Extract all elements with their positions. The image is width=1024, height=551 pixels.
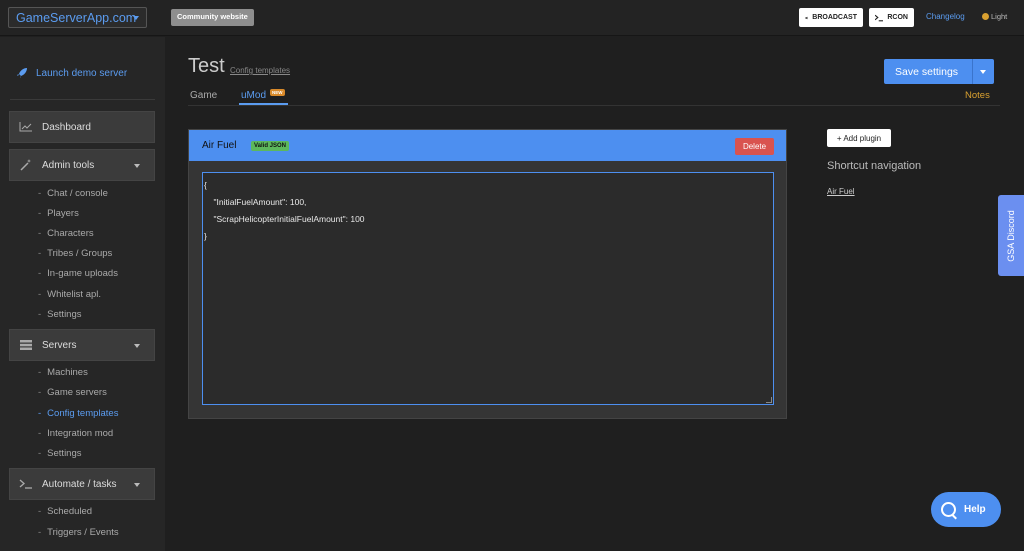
- sidebar-subitem-label: Triggers / Events: [47, 527, 119, 538]
- sidebar-item-label: Admin tools: [42, 159, 95, 171]
- sidebar-subitem-label: Chat / console: [47, 188, 108, 199]
- save-settings-label: Save settings: [895, 65, 959, 78]
- gsa-discord-tab[interactable]: GSA Discord: [998, 195, 1024, 276]
- config-line: "ScrapHelicopterInitialFuelAmount": 100: [204, 214, 365, 224]
- config-line: }: [204, 231, 207, 241]
- sidebar-item-automate-tasks[interactable]: Automate / tasks: [9, 468, 155, 500]
- sidebar-subitem-scheduled[interactable]: - Scheduled: [38, 506, 92, 517]
- theme-toggle[interactable]: Light: [982, 12, 1007, 21]
- shortcut-link-air-fuel[interactable]: Air Fuel: [827, 187, 855, 196]
- sidebar-subitem-label: Machines: [47, 367, 88, 378]
- help-label: Help: [964, 504, 986, 515]
- changelog-link[interactable]: Changelog: [926, 12, 965, 21]
- sidebar-subitem-label: Integration mod: [47, 428, 114, 439]
- sidebar-divider: [10, 99, 155, 100]
- sidebar-item-label: Dashboard: [42, 121, 91, 133]
- broadcast-label: BROADCAST: [812, 14, 857, 21]
- sidebar-item-label: Automate / tasks: [42, 478, 117, 490]
- wand-icon: [19, 159, 32, 171]
- megaphone-icon: [805, 16, 808, 19]
- sidebar-subitem-tribes-groups[interactable]: - Tribes / Groups: [38, 248, 112, 259]
- plugin-config-editor[interactable]: { "InitialFuelAmount": 100, "ScrapHelico…: [202, 172, 774, 405]
- add-plugin-button[interactable]: + Add plugin: [827, 129, 891, 147]
- sidebar-subitem-machines[interactable]: - Machines: [38, 367, 88, 378]
- chevron-down-icon: [134, 483, 140, 487]
- tabs-divider: [188, 105, 1000, 106]
- sidebar-subitem-label: Players: [47, 208, 79, 219]
- sidebar-subitem-label: Tribes / Groups: [47, 248, 113, 259]
- sidebar-subitem-label: Settings: [47, 309, 82, 320]
- page-title: Test: [188, 55, 225, 77]
- server-icon: [19, 340, 32, 350]
- brand-label: GameServerApp.com: [16, 11, 137, 25]
- chevron-down-icon: [134, 164, 140, 168]
- rcon-button[interactable]: RCON: [869, 8, 914, 27]
- tab-game[interactable]: Game: [190, 90, 217, 101]
- sidebar: Launch demo server Dashboard Admin tools…: [0, 37, 165, 551]
- sidebar-subitem-integration-mod[interactable]: - Integration mod: [38, 428, 113, 439]
- help-button[interactable]: Help: [931, 492, 1001, 527]
- terminal-icon: [875, 14, 884, 21]
- sidebar-subitem-whitelist[interactable]: - Whitelist apl.: [38, 289, 101, 300]
- broadcast-button[interactable]: BROADCAST: [799, 8, 863, 27]
- sun-icon: [982, 13, 989, 20]
- save-settings-button[interactable]: Save settings: [884, 59, 994, 84]
- sidebar-subitem-characters[interactable]: - Characters: [38, 228, 94, 239]
- config-line: "InitialFuelAmount": 100,: [204, 197, 307, 207]
- plugin-card: Air Fuel Valid JSON Delete { "InitialFue…: [188, 129, 787, 419]
- sidebar-subitem-label: Game servers: [47, 387, 107, 398]
- sidebar-subitem-config-templates[interactable]: - Config templates: [38, 408, 118, 419]
- chevron-down-icon: [134, 344, 140, 348]
- chevron-down-icon[interactable]: [980, 69, 986, 74]
- split-divider: [972, 59, 973, 84]
- shortcut-navigation-title: Shortcut navigation: [827, 160, 922, 172]
- sidebar-subitem-game-servers[interactable]: - Game servers: [38, 387, 107, 398]
- notes-link[interactable]: Notes: [965, 90, 990, 101]
- sidebar-item-admin-tools[interactable]: Admin tools: [9, 149, 155, 181]
- new-badge: NEW: [270, 89, 285, 96]
- search-icon: [941, 502, 956, 517]
- discord-label: GSA Discord: [1006, 209, 1016, 262]
- launch-demo-server-link[interactable]: Launch demo server: [16, 67, 127, 79]
- rcon-label: RCON: [887, 14, 908, 21]
- sidebar-item-dashboard[interactable]: Dashboard: [9, 111, 155, 143]
- sidebar-subitem-label: Config templates: [47, 408, 119, 419]
- rocket-icon: [17, 68, 27, 78]
- sidebar-subitem-triggers-events[interactable]: - Triggers / Events: [38, 527, 119, 538]
- plugin-name: Air Fuel: [202, 140, 237, 151]
- sidebar-subitem-label: Scheduled: [47, 506, 93, 517]
- community-website-button[interactable]: Community website: [171, 9, 254, 26]
- chevron-down-icon: [133, 16, 139, 20]
- resize-handle[interactable]: [766, 397, 772, 403]
- tab-umod[interactable]: uMod: [241, 90, 266, 101]
- sidebar-subitem-label: In-game uploads: [47, 268, 118, 279]
- top-bar: GameServerApp.com Community website BROA…: [0, 0, 1024, 36]
- sidebar-subitem-label: Settings: [47, 448, 82, 459]
- theme-label: Light: [991, 12, 1008, 21]
- sidebar-subitem-players[interactable]: - Players: [38, 208, 79, 219]
- sidebar-item-label: Servers: [42, 339, 77, 351]
- delete-button[interactable]: Delete: [735, 138, 774, 155]
- sidebar-subitem-label: Characters: [47, 228, 94, 239]
- sidebar-subitem-ingame-uploads[interactable]: - In-game uploads: [38, 268, 118, 279]
- plugin-card-header: Air Fuel Valid JSON Delete: [189, 130, 786, 161]
- terminal-icon: [19, 479, 32, 489]
- sidebar-subitem-label: Whitelist apl.: [47, 289, 102, 300]
- breadcrumb-config-templates[interactable]: Config templates: [230, 66, 290, 75]
- status-badge: Valid JSON: [251, 141, 290, 151]
- sidebar-subitem-server-settings[interactable]: - Settings: [38, 448, 82, 459]
- sidebar-subitem-chat-console[interactable]: - Chat / console: [38, 188, 108, 199]
- app-switcher-dropdown[interactable]: GameServerApp.com: [8, 7, 147, 28]
- launch-label: Launch demo server: [36, 67, 128, 79]
- chart-icon: [19, 122, 32, 132]
- sidebar-item-servers[interactable]: Servers: [9, 329, 155, 361]
- config-line: {: [204, 180, 207, 190]
- sidebar-subitem-admin-settings[interactable]: - Settings: [38, 309, 82, 320]
